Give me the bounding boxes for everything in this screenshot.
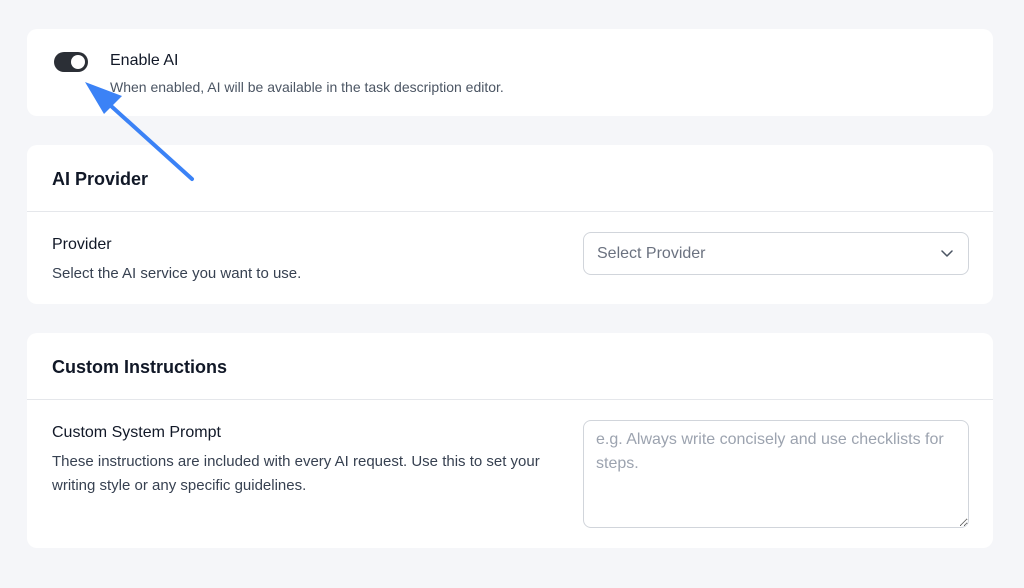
enable-ai-toggle[interactable] [54,52,88,72]
custom-system-prompt-description: These instructions are included with eve… [52,453,540,494]
chevron-down-icon [941,250,953,257]
enable-ai-title: Enable AI [110,52,179,69]
provider-label: Provider [52,236,112,253]
enable-ai-card: Enable AI When enabled, AI will be avail… [27,29,993,116]
ai-provider-card: AI Provider Provider Select the AI servi… [27,145,993,304]
custom-system-prompt-label: Custom System Prompt [52,424,221,441]
custom-instructions-title: Custom Instructions [52,357,228,377]
provider-select-placeholder: Select Provider [597,245,706,262]
enable-ai-description: When enabled, AI will be available in th… [110,79,504,95]
custom-system-prompt-textarea[interactable] [583,420,969,528]
provider-description: Select the AI service you want to use. [52,265,302,282]
toggle-knob [71,55,85,69]
custom-instructions-header: Custom Instructions [27,333,993,400]
custom-instructions-card: Custom Instructions Custom System Prompt… [27,333,993,548]
provider-select[interactable]: Select Provider [583,232,969,275]
ai-provider-header: AI Provider [27,145,993,212]
ai-provider-title: AI Provider [52,169,149,189]
